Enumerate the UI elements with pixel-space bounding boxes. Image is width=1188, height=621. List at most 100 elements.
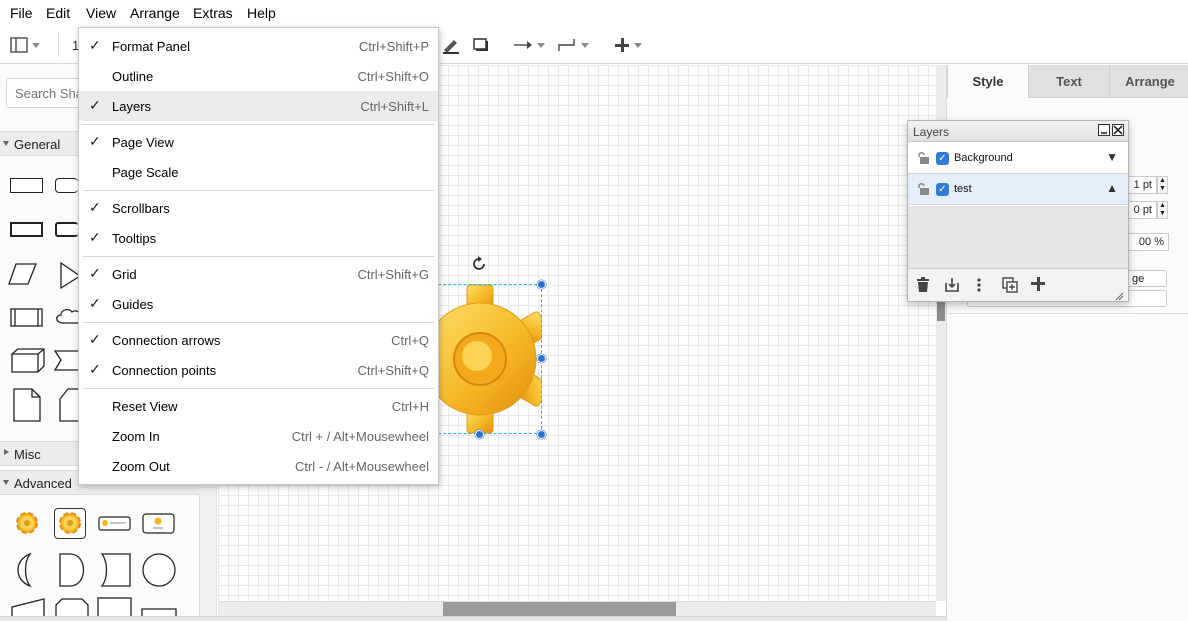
add-layer-icon[interactable] xyxy=(1031,277,1045,294)
unlock-icon[interactable] xyxy=(916,151,930,168)
trash-icon[interactable] xyxy=(916,277,930,296)
section-misc-label: Misc xyxy=(14,447,41,462)
cube-step-shapes[interactable] xyxy=(8,348,83,374)
section-general-label: General xyxy=(14,137,61,152)
menu-item-scrollbars[interactable]: ✓ Scrollbars xyxy=(79,193,438,223)
layer-row-test[interactable]: ✓ test ▲ xyxy=(908,174,1128,205)
menu-item-zoom-out[interactable]: Zoom Out Ctrl - / Alt+Mousewheel xyxy=(79,451,438,481)
gear-icon[interactable] xyxy=(12,508,42,538)
menu-extras[interactable]: Extras xyxy=(193,5,233,21)
edit-image-button[interactable]: ge xyxy=(1127,270,1167,287)
chevron-down-icon xyxy=(3,480,9,485)
resize-handle[interactable] xyxy=(537,280,546,289)
waypoints-icon xyxy=(558,39,575,51)
label-shape[interactable] xyxy=(98,516,132,532)
shadow-icon xyxy=(473,38,488,51)
plus-icon xyxy=(615,38,629,52)
menu-item-zoom-in[interactable]: Zoom In Ctrl + / Alt+Mousewheel xyxy=(79,421,438,451)
gear-shape-selected[interactable] xyxy=(54,508,86,539)
rectangle-shape[interactable] xyxy=(10,178,43,193)
tab-style[interactable]: Style xyxy=(947,65,1028,98)
checkmark-icon: ✓ xyxy=(89,331,101,347)
chevron-right-icon xyxy=(4,449,9,455)
close-button[interactable] xyxy=(1112,124,1124,136)
opacity-field[interactable]: 00 % xyxy=(1127,233,1169,251)
menu-item-layers[interactable]: ✓ Layers Ctrl+Shift+L xyxy=(79,91,438,121)
panel-divider xyxy=(947,313,1188,314)
layers-title-bar[interactable]: Layers xyxy=(908,121,1128,142)
perimeter-field[interactable]: 0 pt xyxy=(1127,201,1157,219)
view-menu-dropdown: ✓ Format Panel Ctrl+Shift+P Outline Ctrl… xyxy=(78,27,439,485)
connection-button[interactable] xyxy=(513,33,545,57)
menu-help[interactable]: Help xyxy=(247,5,276,21)
checkmark-icon: ✓ xyxy=(89,37,101,53)
layers-title: Layers xyxy=(913,125,950,139)
insert-button[interactable] xyxy=(614,33,642,57)
textbox-shape[interactable] xyxy=(55,222,78,237)
minimize-button[interactable] xyxy=(1098,124,1110,136)
move-down-icon[interactable]: ▼ xyxy=(1106,150,1118,164)
sidebar-toggle-button[interactable] xyxy=(10,33,40,57)
menu-item-grid[interactable]: ✓ Grid Ctrl+Shift+G xyxy=(79,259,438,289)
layer-row-background[interactable]: ✓ Background ▼ xyxy=(908,143,1128,174)
menu-item-page-scale[interactable]: Page Scale xyxy=(79,157,438,187)
resize-handle[interactable] xyxy=(475,430,484,439)
menu-bar: File Edit View Arrange Extras Help xyxy=(0,0,1188,27)
menu-view[interactable]: View xyxy=(86,5,116,21)
duplicate-layer-icon[interactable] xyxy=(1002,277,1018,296)
parallelogram-triangle-shapes[interactable] xyxy=(8,262,83,290)
menu-item-tooltips[interactable]: ✓ Tooltips xyxy=(79,223,438,253)
process-cloud-shapes[interactable] xyxy=(8,305,83,331)
waypoints-button[interactable] xyxy=(557,33,589,57)
horizontal-scroll-thumb[interactable] xyxy=(443,602,676,616)
line-width-field[interactable]: 1 pt xyxy=(1127,176,1157,194)
resize-handle[interactable] xyxy=(537,354,546,363)
menu-file[interactable]: File xyxy=(10,5,33,21)
line-width-stepper[interactable]: ▲ ▼ xyxy=(1157,176,1168,194)
menu-item-guides[interactable]: ✓ Guides xyxy=(79,289,438,319)
perimeter-stepper[interactable]: ▲ ▼ xyxy=(1157,201,1168,219)
image-label-shape[interactable] xyxy=(142,513,176,535)
menu-item-reset-view[interactable]: Reset View Ctrl+H xyxy=(79,391,438,421)
menu-item-page-view[interactable]: ✓ Page View xyxy=(79,127,438,157)
checkmark-icon: ✓ xyxy=(89,199,101,215)
horizontal-scrollbar[interactable] xyxy=(218,601,936,616)
layers-dialog: Layers ✓ Background ▼ ✓ test ▲ xyxy=(907,120,1129,302)
resize-handle[interactable] xyxy=(537,430,546,439)
layer-visible-checkbox[interactable]: ✓ xyxy=(936,183,949,196)
checkmark-icon: ✓ xyxy=(89,133,101,149)
rotate-icon[interactable] xyxy=(470,255,488,273)
gear-icon xyxy=(59,512,81,534)
checkmark-icon: ✓ xyxy=(89,97,101,113)
more-options-icon[interactable] xyxy=(976,277,982,296)
checkmark-icon: ✓ xyxy=(89,229,101,245)
note-card-shapes[interactable] xyxy=(8,387,83,423)
menu-separator xyxy=(83,322,434,323)
menu-separator xyxy=(83,124,434,125)
layer-name: Background xyxy=(954,152,1013,164)
menu-item-connection-arrows[interactable]: ✓ Connection arrows Ctrl+Q xyxy=(79,325,438,355)
pencil-icon xyxy=(443,40,459,54)
shadow-button[interactable] xyxy=(472,33,490,57)
tab-arrange[interactable]: Arrange xyxy=(1109,65,1188,98)
move-up-icon[interactable]: ▲ xyxy=(1106,181,1118,195)
layers-list-empty-area xyxy=(908,206,1128,268)
move-selection-icon[interactable] xyxy=(944,277,960,296)
unlock-icon[interactable] xyxy=(916,182,930,199)
rounded-rectangle-shape[interactable] xyxy=(55,178,78,193)
tab-text[interactable]: Text xyxy=(1028,65,1109,98)
line-color-button[interactable] xyxy=(441,33,461,57)
menu-item-outline[interactable]: Outline Ctrl+Shift+O xyxy=(79,61,438,91)
layers-toolbar xyxy=(908,268,1128,301)
menu-arrange[interactable]: Arrange xyxy=(130,5,180,21)
menu-item-format-panel[interactable]: ✓ Format Panel Ctrl+Shift+P xyxy=(79,31,438,61)
menu-edit[interactable]: Edit xyxy=(46,5,70,21)
text-box-shape[interactable] xyxy=(10,222,43,237)
checkmark-icon: ✓ xyxy=(89,361,101,377)
layer-visible-checkbox[interactable]: ✓ xyxy=(936,152,949,165)
menu-item-connection-points[interactable]: ✓ Connection points Ctrl+Shift+Q xyxy=(79,355,438,385)
checkmark-icon: ✓ xyxy=(89,295,101,311)
section-advanced-label: Advanced xyxy=(14,476,72,491)
resize-grip-icon[interactable] xyxy=(1114,289,1124,304)
arc-shapes[interactable] xyxy=(10,552,180,588)
